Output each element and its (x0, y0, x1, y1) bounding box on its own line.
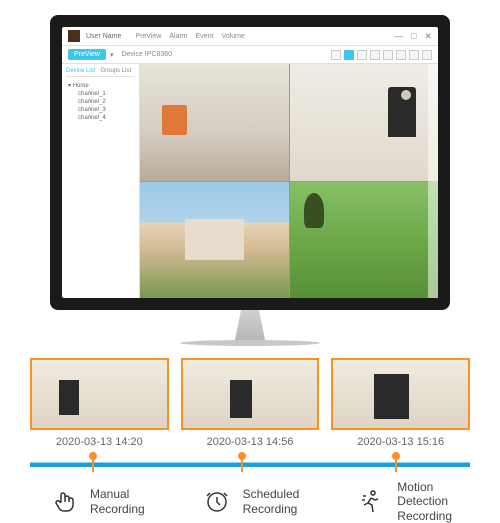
timeline-marker-1[interactable] (92, 452, 94, 472)
monitor-base (180, 340, 320, 346)
record-icon[interactable] (409, 50, 419, 60)
timeline-marker-3[interactable] (395, 452, 397, 472)
event-thumb-2 (181, 358, 320, 430)
timeline-track[interactable] (30, 456, 470, 472)
camera-feed-1[interactable] (140, 64, 289, 181)
app-window: User Name PreView Alarm Event Volume — □… (62, 27, 438, 298)
event-1[interactable]: 2020-03-13 14:20 (30, 358, 169, 448)
timeline: 2020-03-13 14:20 2020-03-13 14:56 2020-0… (0, 358, 500, 472)
layout-9-icon[interactable] (357, 50, 367, 60)
user-avatar-icon (68, 30, 80, 42)
tree-channel-2[interactable]: channel_2 (68, 98, 133, 106)
snapshot-icon[interactable] (396, 50, 406, 60)
hand-tap-icon (48, 486, 80, 518)
fullscreen-icon[interactable] (383, 50, 393, 60)
monitor-frame: User Name PreView Alarm Event Volume — □… (50, 15, 450, 310)
sidebar: Device List Groups List ▾ Home channel_1… (62, 64, 140, 298)
minimize-icon[interactable]: — (394, 31, 403, 42)
username-label: User Name (86, 33, 121, 40)
clock-refresh-icon (201, 486, 233, 518)
feature-scheduled: ScheduledRecording (201, 480, 300, 523)
feature-motion: MotionDetectionRecording (355, 480, 452, 523)
feature-scheduled-label: ScheduledRecording (243, 487, 300, 516)
toolbar: PreView ▾ Device IPC8360 (62, 46, 438, 64)
device-tree: ▾ Home channel_1 channel_2 channel_3 cha… (66, 79, 135, 124)
preview-button[interactable]: PreView (68, 49, 106, 60)
tab-groups-list[interactable]: Groups List (101, 68, 136, 74)
features-row: ManualRecording ScheduledRecording Motio… (0, 480, 500, 523)
close-icon[interactable]: ✕ (424, 31, 432, 42)
titlebar: User Name PreView Alarm Event Volume — □… (62, 27, 438, 46)
event-timestamp-3: 2020-03-13 15:16 (357, 436, 444, 448)
settings-icon[interactable] (422, 50, 432, 60)
camera-feed-3[interactable] (140, 182, 289, 299)
layout-1-icon[interactable] (331, 50, 341, 60)
event-timestamp-2: 2020-03-13 14:56 (207, 436, 294, 448)
tree-channel-3[interactable]: channel_3 (68, 106, 133, 114)
tree-root[interactable]: ▾ Home (68, 81, 133, 90)
running-person-icon (355, 486, 387, 518)
event-2[interactable]: 2020-03-13 14:56 (181, 358, 320, 448)
dropdown-icon[interactable]: ▾ (110, 51, 114, 59)
sidebar-tabs: Device List Groups List (66, 68, 135, 77)
main-menu: PreView Alarm Event Volume (135, 33, 245, 40)
event-thumb-3 (331, 358, 470, 430)
main-area: Device List Groups List ▾ Home channel_1… (62, 64, 438, 298)
toolbar-icons (331, 50, 432, 60)
menu-alarm[interactable]: Alarm (169, 33, 187, 40)
event-thumbnails: 2020-03-13 14:20 2020-03-13 14:56 2020-0… (30, 358, 470, 448)
camera-feed-4[interactable] (290, 182, 439, 299)
camera-view-area (140, 64, 438, 298)
camera-grid (140, 64, 438, 298)
timeline-marker-2[interactable] (241, 452, 243, 472)
feature-manual: ManualRecording (48, 480, 145, 523)
feature-motion-label: MotionDetectionRecording (397, 480, 452, 523)
device-label: Device IPC8360 (121, 51, 172, 58)
window-controls: — □ ✕ (394, 31, 432, 42)
menu-preview[interactable]: PreView (135, 33, 161, 40)
layout-4-icon[interactable] (344, 50, 354, 60)
tree-channel-4[interactable]: channel_4 (68, 114, 133, 122)
tab-device-list[interactable]: Device List (66, 68, 101, 74)
menu-volume[interactable]: Volume (222, 33, 245, 40)
maximize-icon[interactable]: □ (411, 31, 416, 42)
monitor-stand (220, 310, 280, 340)
feature-manual-label: ManualRecording (90, 487, 145, 516)
event-thumb-1 (30, 358, 169, 430)
menu-event[interactable]: Event (196, 33, 214, 40)
layout-16-icon[interactable] (370, 50, 380, 60)
tree-channel-1[interactable]: channel_1 (68, 90, 133, 98)
camera-feed-2[interactable] (290, 64, 439, 181)
volume-bar[interactable] (428, 64, 438, 298)
event-timestamp-1: 2020-03-13 14:20 (56, 436, 143, 448)
event-3[interactable]: 2020-03-13 15:16 (331, 358, 470, 448)
